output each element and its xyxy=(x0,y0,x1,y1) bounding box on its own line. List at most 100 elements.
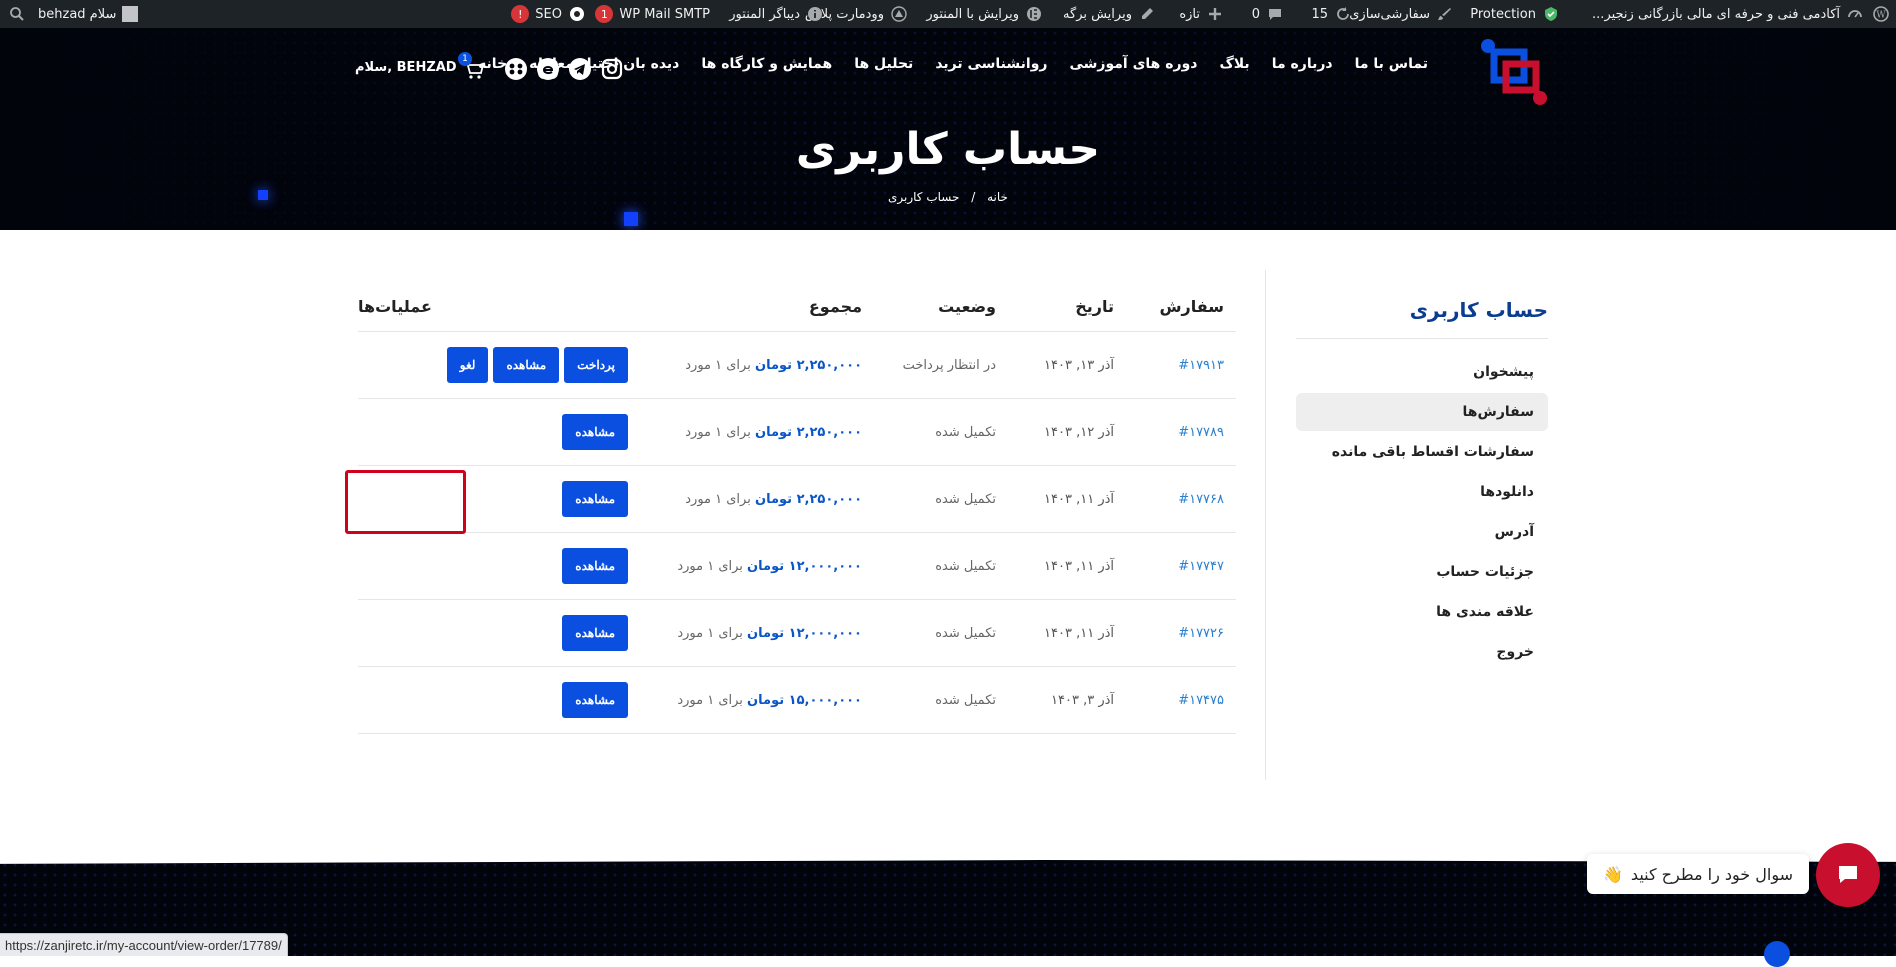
shield-check-icon xyxy=(1542,5,1560,23)
breadcrumb-home[interactable]: خانه xyxy=(987,190,1008,204)
cart-button[interactable]: 1 xyxy=(458,52,486,82)
order-date: آذر ۱۱, ۱۴۰۳ xyxy=(1044,558,1114,574)
decorative-glow xyxy=(624,212,638,226)
social-links xyxy=(505,58,623,80)
order-total: ۲,۲۵۰,۰۰۰ تومان برای ۱ مورد xyxy=(630,425,878,440)
view-order-button[interactable]: مشاهده xyxy=(562,615,628,651)
woodmart-icon xyxy=(890,5,908,23)
order-actions: مشاهده xyxy=(358,682,630,718)
page-title: حساب کاربری xyxy=(795,124,1101,175)
table-row: #۱۷۷۲۶ آذر ۱۱, ۱۴۰۳ تکمیل شده ۱۲,۰۰۰,۰۰۰… xyxy=(358,600,1236,667)
view-order-button[interactable]: مشاهده xyxy=(562,682,628,718)
seo-gear-icon xyxy=(568,5,586,23)
order-amount: ۱۵,۰۰۰,۰۰۰ تومان xyxy=(747,692,862,708)
wp-admin-bar: W آکادمی فنی و حرفه ای مالی بازرگانی زنج… xyxy=(0,0,1896,28)
order-date: آذر ۱۱, ۱۴۰۳ xyxy=(1044,491,1114,507)
nav-blog[interactable]: بلاگ xyxy=(1219,56,1249,72)
pay-button[interactable]: پرداخت xyxy=(564,347,628,383)
nav-workshops[interactable]: همایش و کارگاه ها xyxy=(701,56,832,72)
chat-button[interactable] xyxy=(1816,843,1880,907)
nav-about[interactable]: درباره ما xyxy=(1272,56,1333,72)
floating-widget-dot[interactable] xyxy=(1764,941,1790,967)
view-order-button[interactable]: مشاهده xyxy=(562,548,628,584)
instagram-icon[interactable] xyxy=(601,58,623,80)
sidebar-item-orders[interactable]: سفارش‌ها xyxy=(1296,393,1548,431)
admin-greeting: سلام behzad xyxy=(38,6,117,22)
order-number-link[interactable]: #۱۷۷۶۸ xyxy=(1178,492,1224,507)
sidebar-item-downloads[interactable]: دانلودها xyxy=(1296,473,1548,511)
nav-courses[interactable]: دوره های آموزشی xyxy=(1069,56,1197,72)
table-row: #۱۷۷۴۷ آذر ۱۱, ۱۴۰۳ تکمیل شده ۱۲,۰۰۰,۰۰۰… xyxy=(358,533,1236,600)
edit-elementor-item[interactable]: ویرایش با المنتور xyxy=(926,0,1043,28)
site-name-item[interactable]: آکادمی فنی و حرفه ای مالی بازرگانی زنجیر… xyxy=(1592,0,1864,28)
order-qty: برای ۱ مورد xyxy=(685,491,751,507)
updates-item[interactable]: 15 xyxy=(1311,0,1352,28)
view-order-button[interactable]: مشاهده xyxy=(493,347,560,383)
dashboard-icon xyxy=(1846,5,1864,23)
new-content-item[interactable]: تازه xyxy=(1179,0,1224,28)
view-order-button[interactable]: مشاهده xyxy=(562,481,628,517)
wp-mail-smtp-badge: 1 xyxy=(595,5,614,23)
order-date: آذر ۳, ۱۴۰۳ xyxy=(1051,692,1114,708)
view-order-button[interactable]: مشاهده xyxy=(562,414,628,450)
comment-icon xyxy=(1266,5,1284,23)
edit-elementor-label: ویرایش با المنتور xyxy=(926,6,1019,22)
eitaa-icon[interactable] xyxy=(537,58,559,80)
order-number-link[interactable]: #۱۷۷۲۶ xyxy=(1178,626,1224,641)
sidebar-title: حساب کاربری xyxy=(1409,298,1548,322)
sidebar-item-wishlist[interactable]: علاقه مندی ها xyxy=(1296,593,1548,631)
sidebar-item-installments[interactable]: سفارشات اقساط باقی مانده xyxy=(1296,433,1548,471)
sidebar-item-address[interactable]: آدرس xyxy=(1296,513,1548,551)
cancel-button[interactable]: لغو xyxy=(446,347,489,383)
customize-item[interactable]: سفارشی‌سازی xyxy=(1349,0,1454,28)
order-date: آذر ۱۳, ۱۴۰۳ xyxy=(1044,357,1114,373)
order-amount: ۱۲,۰۰۰,۰۰۰ تومان xyxy=(747,558,862,574)
seo-alert-badge: ! xyxy=(511,5,530,23)
admin-search-item[interactable] xyxy=(8,0,26,28)
order-actions: لغو مشاهده پرداخت xyxy=(358,347,630,383)
avatar xyxy=(122,6,139,22)
table-row: #۱۷۹۱۳ آذر ۱۳, ۱۴۰۳ در انتظار پرداخت ۲,۲… xyxy=(358,332,1236,399)
chat-prompt-bubble[interactable]: سوال خود را مطرح کنید 👋 xyxy=(1587,854,1809,894)
wp-logo-item[interactable]: W xyxy=(1872,0,1890,28)
telegram-icon[interactable] xyxy=(569,58,591,80)
order-number-link[interactable]: #۱۷۴۷۵ xyxy=(1178,693,1224,708)
nav-analyses[interactable]: تحلیل ها xyxy=(854,56,913,72)
protection-item[interactable]: Protection xyxy=(1470,0,1560,28)
comments-item[interactable]: 0 xyxy=(1252,0,1284,28)
info-icon xyxy=(806,5,824,23)
order-number-link[interactable]: #۱۷۷۴۷ xyxy=(1178,559,1224,574)
updates-icon xyxy=(1334,5,1352,23)
divider xyxy=(1296,338,1548,339)
sidebar-item-account-details[interactable]: جزئیات حساب xyxy=(1296,553,1548,591)
site-logo[interactable] xyxy=(1478,36,1550,108)
aparat-icon[interactable] xyxy=(505,58,527,80)
header-order: سفارش xyxy=(1159,297,1224,316)
order-qty: برای ۱ مورد xyxy=(685,357,751,373)
elementor-debugger-item[interactable]: دیباگر المنتور xyxy=(729,0,824,28)
order-total: ۲,۲۵۰,۰۰۰ تومان برای ۱ مورد xyxy=(630,358,878,373)
order-qty: برای ۱ مورد xyxy=(677,625,743,641)
my-account-item[interactable]: سلام behzad xyxy=(38,0,139,28)
updates-count: 15 xyxy=(1311,6,1328,22)
sidebar-item-dashboard[interactable]: پیشخوان xyxy=(1296,353,1548,391)
pencil-icon xyxy=(1138,5,1156,23)
content-divider xyxy=(1265,270,1266,780)
user-greeting[interactable]: سلام, BEHZAD xyxy=(355,60,457,75)
sidebar-item-logout[interactable]: خروج xyxy=(1296,633,1548,671)
nav-contact[interactable]: تماس با ما xyxy=(1355,56,1428,72)
order-number-link[interactable]: #۱۷۹۱۳ xyxy=(1178,358,1224,373)
svg-text:W: W xyxy=(1876,11,1886,21)
seo-label: SEO xyxy=(535,6,562,22)
table-row: #۱۷۷۸۹ آذر ۱۲, ۱۴۰۳ تکمیل شده ۲,۲۵۰,۰۰۰ … xyxy=(358,399,1236,466)
edit-page-item[interactable]: ویرایش برگه xyxy=(1063,0,1156,28)
wave-emoji-icon: 👋 xyxy=(1603,864,1623,884)
wp-mail-smtp-item[interactable]: WP Mail SMTP 1 xyxy=(595,0,710,28)
order-amount: ۱۲,۰۰۰,۰۰۰ تومان xyxy=(747,625,862,641)
customize-label: سفارشی‌سازی xyxy=(1349,6,1430,22)
breadcrumb-separator: / xyxy=(971,190,976,204)
seo-item[interactable]: SEO ! xyxy=(511,0,586,28)
edit-page-label: ویرایش برگه xyxy=(1063,6,1132,22)
order-number-link[interactable]: #۱۷۷۸۹ xyxy=(1178,425,1224,440)
nav-trading-psychology[interactable]: روانشناسی ترید xyxy=(935,56,1047,72)
